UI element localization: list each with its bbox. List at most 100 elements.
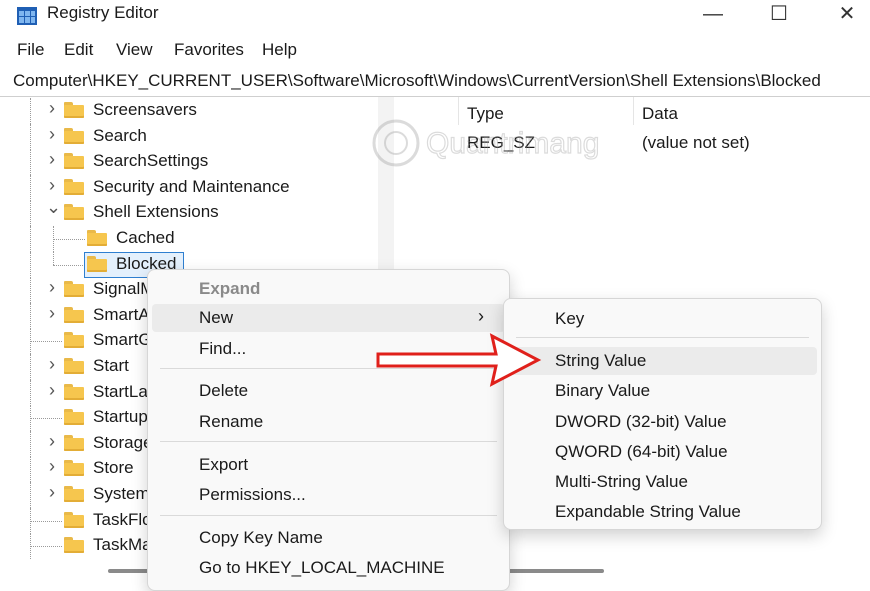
tree-node-label: Shell Extensions bbox=[93, 202, 219, 222]
submenu-item-label: Binary Value bbox=[555, 381, 651, 400]
menu-item-label: Go to HKEY_LOCAL_MACHINE bbox=[199, 558, 445, 577]
menu-item-label: Expand bbox=[199, 279, 261, 298]
submenu-item-label: Key bbox=[555, 309, 585, 328]
close-button[interactable]: ✕ bbox=[824, 0, 870, 30]
tree-connector bbox=[30, 482, 31, 508]
chevron-right-icon[interactable]: › bbox=[46, 303, 58, 324]
menu-item-label: Rename bbox=[199, 412, 264, 431]
chevron-right-icon[interactable]: › bbox=[46, 98, 58, 119]
tree-node-label: StartLa bbox=[93, 381, 148, 401]
chevron-right-icon[interactable]: › bbox=[46, 431, 58, 452]
tree-connector bbox=[30, 251, 31, 278]
column-header-data[interactable]: Data bbox=[642, 104, 678, 124]
tree-node[interactable]: › Search bbox=[0, 123, 378, 150]
submenu-item-binary-value[interactable]: Binary Value bbox=[504, 377, 821, 405]
minimize-button[interactable]: — bbox=[690, 0, 736, 30]
chevron-right-icon[interactable]: › bbox=[46, 380, 58, 401]
menu-item-expand[interactable]: Expand bbox=[148, 275, 509, 303]
watermark-logo: Quantrimang bbox=[372, 119, 600, 167]
submenu-item-qword-value[interactable]: QWORD (64-bit) Value bbox=[504, 438, 821, 466]
tree-node-label: Screensavers bbox=[93, 100, 197, 119]
tree-node-label: Storage bbox=[93, 432, 153, 452]
tree-node-label: SmartG bbox=[93, 330, 152, 350]
menu-separator bbox=[160, 441, 497, 442]
tree-connector bbox=[30, 520, 62, 522]
menu-item-go-to-hklm[interactable]: Go to HKEY_LOCAL_MACHINE bbox=[148, 554, 509, 582]
watermark-text: Quantrimang bbox=[426, 127, 599, 160]
tree-connector bbox=[30, 123, 31, 150]
submenu-item-label: QWORD (64-bit) Value bbox=[555, 442, 728, 461]
window-title: Registry Editor bbox=[47, 3, 159, 22]
tree-connector bbox=[30, 456, 31, 483]
value-data-cell[interactable]: (value not set) bbox=[642, 133, 750, 153]
tree-node-label: Search bbox=[93, 125, 147, 145]
menu-item-label: Copy Key Name bbox=[199, 528, 323, 547]
tree-node-label: SignalM bbox=[93, 279, 155, 299]
folder-icon bbox=[64, 511, 84, 528]
menu-separator bbox=[160, 515, 497, 516]
menu-file[interactable]: File bbox=[17, 38, 44, 62]
submenu-item-dword-value[interactable]: DWORD (32-bit) Value bbox=[504, 408, 821, 436]
menu-separator bbox=[516, 337, 809, 338]
tree-node-label: SearchSettings bbox=[93, 151, 209, 171]
submenu-item-string-value[interactable]: String Value bbox=[508, 347, 817, 375]
menu-item-rename[interactable]: Rename bbox=[148, 408, 509, 436]
menu-item-copy-key-name[interactable]: Copy Key Name bbox=[148, 524, 509, 552]
column-divider[interactable] bbox=[633, 97, 634, 125]
submenu-item-label: Expandable String Value bbox=[555, 502, 741, 521]
registry-editor-icon bbox=[17, 7, 37, 25]
tree-connector bbox=[30, 200, 31, 227]
folder-icon bbox=[64, 306, 84, 323]
tree-node-label: Store bbox=[93, 458, 134, 478]
tree-node-label: Start bbox=[93, 356, 129, 375]
chevron-right-icon[interactable]: › bbox=[46, 124, 58, 145]
folder-icon bbox=[64, 204, 84, 221]
chevron-right-icon[interactable]: › bbox=[46, 149, 58, 170]
menu-favorites[interactable]: Favorites bbox=[174, 38, 244, 62]
tree-connector bbox=[30, 277, 31, 304]
submenu-item-key[interactable]: Key bbox=[504, 305, 821, 333]
annotation-arrow bbox=[376, 333, 542, 387]
submenu-item-label: Multi-String Value bbox=[555, 472, 688, 491]
menu-view[interactable]: View bbox=[116, 38, 153, 62]
scrollbar-thumb[interactable] bbox=[508, 569, 604, 573]
tree-connector bbox=[30, 341, 62, 343]
chevron-right-icon[interactable]: › bbox=[46, 482, 58, 503]
menu-edit[interactable]: Edit bbox=[64, 38, 93, 62]
submenu-item-multi-string-value[interactable]: Multi-String Value bbox=[504, 468, 821, 496]
tree-node[interactable]: › SearchSettings bbox=[0, 149, 378, 176]
menu-help[interactable]: Help bbox=[262, 38, 297, 62]
menu-item-label: Delete bbox=[199, 381, 249, 400]
menu-item-label: Find... bbox=[199, 339, 247, 358]
tree-node[interactable]: › Screensavers bbox=[0, 98, 378, 124]
tree-connector bbox=[30, 418, 62, 420]
tree-connector bbox=[30, 379, 31, 406]
tree-connector bbox=[30, 430, 31, 457]
tree-connector bbox=[53, 264, 85, 266]
submenu-item-label: DWORD (32-bit) Value bbox=[555, 412, 727, 431]
submenu-item-expandable-string-value[interactable]: Expandable String Value bbox=[504, 498, 821, 526]
menu-item-permissions[interactable]: Permissions... bbox=[148, 481, 509, 509]
folder-icon bbox=[64, 383, 84, 400]
new-submenu: Key String Value Binary Value DWORD (32-… bbox=[503, 298, 822, 530]
tree-connector bbox=[53, 239, 85, 240]
folder-icon bbox=[64, 281, 84, 298]
tree-node-label: Startup bbox=[93, 407, 148, 427]
chevron-down-icon[interactable]: ⌄ bbox=[46, 197, 61, 218]
chevron-right-icon[interactable]: › bbox=[46, 175, 58, 196]
address-path[interactable]: Computer\HKEY_CURRENT_USER\Software\Micr… bbox=[13, 71, 821, 91]
tree-node[interactable]: ⌄ Shell Extensions bbox=[0, 197, 378, 227]
maximize-button[interactable]: ☐ bbox=[756, 0, 802, 30]
menu-item-new[interactable]: New › bbox=[152, 304, 505, 332]
folder-icon bbox=[87, 255, 107, 272]
tree-node[interactable]: Cached bbox=[0, 226, 378, 252]
scrollbar-thumb[interactable] bbox=[108, 569, 150, 573]
tree-connector bbox=[30, 98, 31, 124]
menu-item-export[interactable]: Export bbox=[148, 451, 509, 479]
address-bar[interactable]: Computer\HKEY_CURRENT_USER\Software\Micr… bbox=[0, 68, 870, 97]
title-bar: Registry Editor — ☐ ✕ bbox=[0, 0, 870, 32]
chevron-right-icon[interactable]: › bbox=[46, 354, 58, 375]
chevron-right-icon[interactable]: › bbox=[46, 456, 58, 477]
submenu-item-label: String Value bbox=[555, 351, 647, 370]
chevron-right-icon[interactable]: › bbox=[46, 277, 58, 298]
